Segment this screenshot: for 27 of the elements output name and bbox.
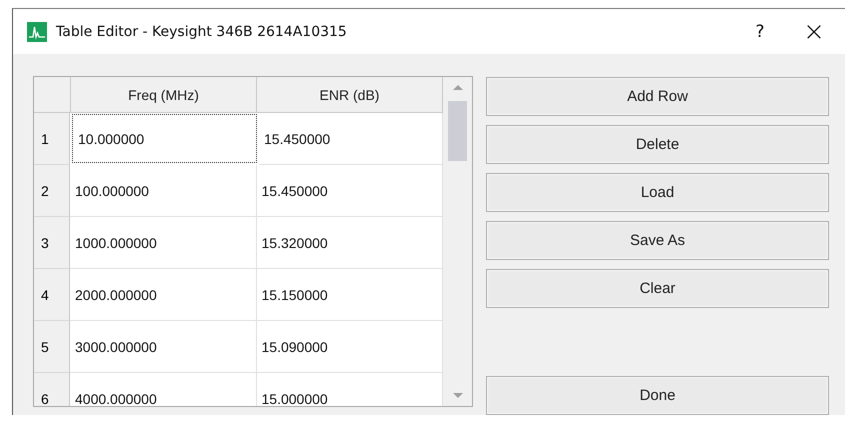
window-title: Table Editor - Keysight 346B 2614A10315 [56,24,348,40]
table-cell[interactable]: 3000.000000 [70,321,256,373]
help-button[interactable]: ? [737,12,783,52]
row-header[interactable]: 3 [34,217,70,269]
scroll-thumb[interactable] [448,101,467,161]
dialog-button[interactable]: Delete [486,125,829,164]
row-header[interactable]: 2 [34,165,70,217]
table-cell[interactable]: 4000.000000 [70,373,256,406]
column-header[interactable]: Freq (MHz) [71,77,257,113]
row-header[interactable]: 6 [34,373,70,406]
table-cell[interactable]: 2000.000000 [70,269,256,321]
dialog-button[interactable]: Save As [486,221,829,260]
scroll-down-icon[interactable] [452,392,464,400]
close-button[interactable]: × [791,12,837,52]
app-icon [27,22,47,42]
row-header[interactable]: 4 [34,269,70,321]
row-header[interactable]: 1 [34,113,70,165]
row-header[interactable]: 5 [34,321,70,373]
scroll-up-icon[interactable] [452,83,464,91]
table-cell[interactable]: 100.000000 [70,165,256,217]
dialog-button[interactable]: Load [486,173,829,212]
dialog-button[interactable]: Clear [486,269,829,308]
done-button[interactable]: Done [486,376,829,415]
table-cell[interactable]: 1000.000000 [70,217,256,269]
dialog-button[interactable]: Add Row [486,77,829,116]
table-cell[interactable]: 10.000000 [72,114,257,163]
scrollbar[interactable] [443,77,472,406]
